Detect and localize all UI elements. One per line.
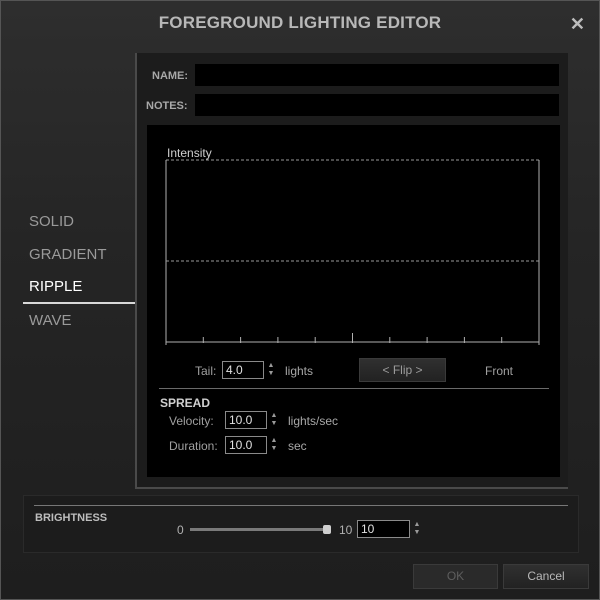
effect-settings-panel: NAME: NOTES: Intensity Tail: 4.0 ▲ ▼ lig…: [135, 53, 568, 489]
flip-button[interactable]: < Flip >: [359, 358, 446, 382]
cancel-button[interactable]: Cancel: [503, 564, 589, 589]
nav-item-solid[interactable]: SOLID: [23, 205, 135, 238]
spread-divider: [159, 388, 549, 389]
duration-input[interactable]: 10.0: [225, 436, 267, 454]
intensity-graph[interactable]: [147, 125, 560, 355]
brightness-title: BRIGHTNESS: [35, 512, 108, 524]
brightness-max-label: 10: [339, 523, 353, 537]
ok-button[interactable]: OK: [413, 564, 498, 589]
ripple-editor: Intensity Tail: 4.0 ▲ ▼ lights < Flip > F…: [147, 125, 560, 477]
brightness-slider-track[interactable]: [190, 528, 328, 531]
tail-input[interactable]: 4.0: [222, 361, 264, 379]
velocity-unit: lights/sec: [288, 414, 339, 428]
tail-label: Tail:: [195, 364, 217, 378]
effect-type-nav: SOLID GRADIENT RIPPLE WAVE: [23, 205, 135, 337]
window-title: FOREGROUND LIGHTING EDITOR: [158, 13, 442, 32]
brightness-slider-thumb[interactable]: [323, 525, 331, 534]
spread-title: SPREAD: [160, 396, 211, 410]
duration-label: Duration:: [169, 439, 218, 453]
brightness-min-label: 0: [177, 523, 184, 537]
spinner-arrows-icon[interactable]: ▲ ▼: [270, 437, 278, 453]
nav-item-wave[interactable]: WAVE: [23, 304, 135, 337]
notes-field[interactable]: [195, 94, 559, 116]
velocity-label: Velocity:: [169, 414, 214, 428]
nav-item-ripple[interactable]: RIPPLE: [23, 271, 135, 304]
brightness-divider: [34, 505, 568, 506]
close-icon[interactable]: ✕: [570, 14, 585, 34]
spinner-arrows-icon[interactable]: ▲ ▼: [267, 362, 275, 378]
spinner-arrows-icon[interactable]: ▲ ▼: [270, 412, 278, 428]
tail-unit: lights: [285, 364, 314, 378]
name-field[interactable]: [195, 64, 559, 86]
duration-unit: sec: [288, 439, 307, 453]
spinner-arrows-icon[interactable]: ▲ ▼: [413, 521, 421, 537]
front-label: Front: [485, 364, 514, 378]
lighting-editor-window: FOREGROUND LIGHTING EDITOR ✕ SOLID GRADI…: [0, 0, 600, 600]
notes-label: NOTES:: [146, 100, 188, 112]
name-label: NAME:: [152, 70, 189, 82]
brightness-panel: BRIGHTNESS 0 10 10 ▲ ▼: [23, 495, 579, 553]
brightness-input[interactable]: 10: [357, 520, 410, 538]
nav-item-gradient[interactable]: GRADIENT: [23, 238, 135, 271]
velocity-input[interactable]: 10.0: [225, 411, 267, 429]
